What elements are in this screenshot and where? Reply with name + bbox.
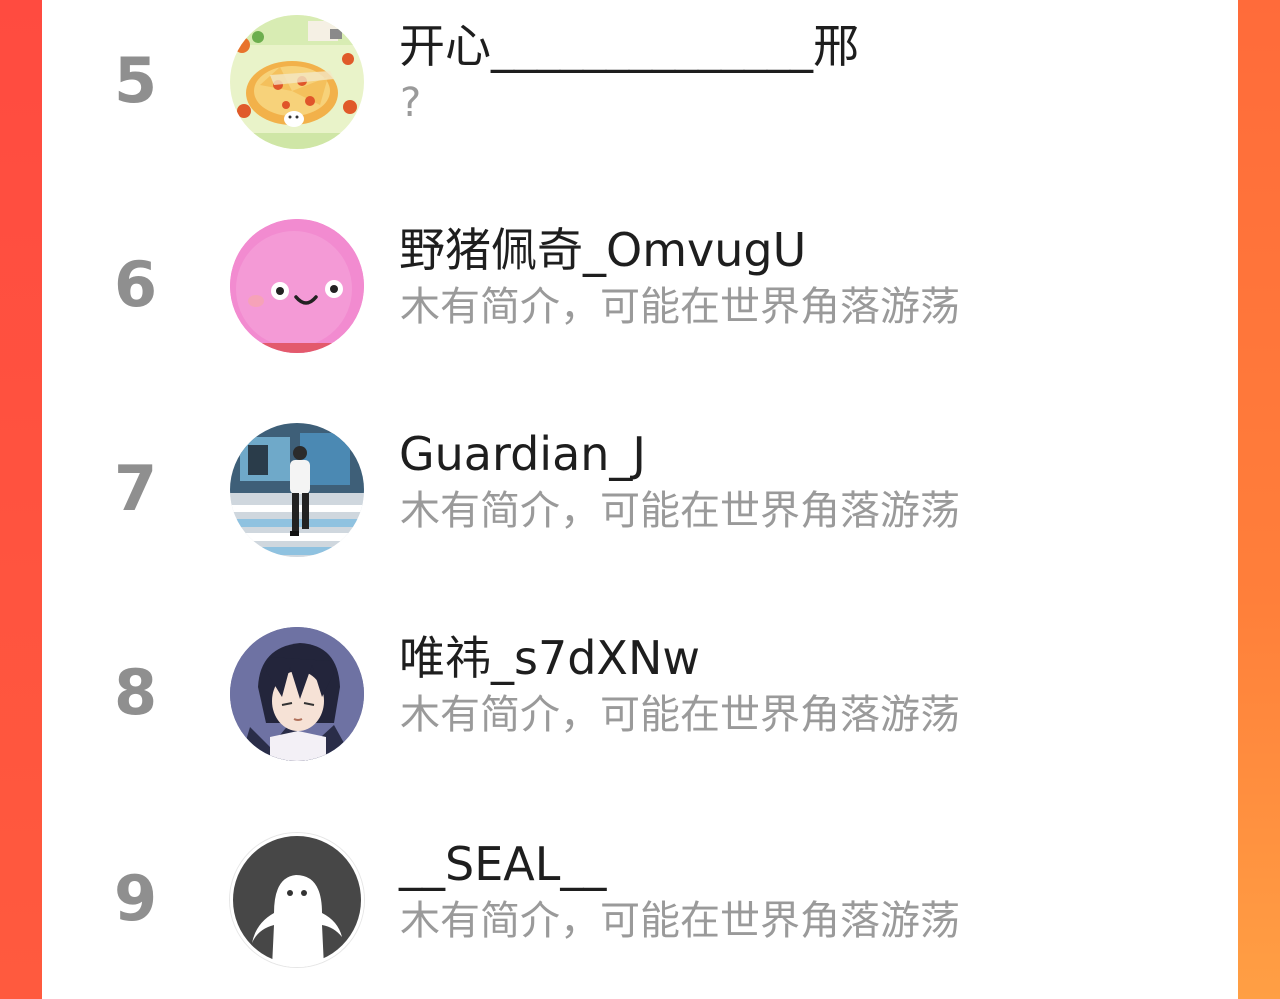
user-name[interactable]: __SEAL__ bbox=[399, 834, 606, 894]
user-bio: 木有简介，可能在世界角落游荡 bbox=[400, 488, 960, 534]
right-background-strip bbox=[1238, 0, 1280, 999]
pizza-illustration-avatar-icon[interactable] bbox=[230, 15, 364, 149]
rank-number: 9 bbox=[114, 862, 158, 935]
ranking-row[interactable]: 5 开心______________邢 ? bbox=[42, 0, 1238, 202]
rank-number: 7 bbox=[114, 452, 158, 525]
user-bio: 木有简介，可能在世界角落游荡 bbox=[400, 898, 960, 944]
ranking-row[interactable]: 7 Guardian_J 木有简介，可能在世界角落游荡 bbox=[42, 406, 1238, 610]
pink-smiley-avatar-icon[interactable] bbox=[230, 219, 364, 353]
rank-number: 6 bbox=[114, 248, 158, 321]
user-bio: 木有简介，可能在世界角落游荡 bbox=[400, 284, 960, 330]
user-name[interactable]: 野猪佩奇_OmvugU bbox=[399, 220, 806, 280]
ranking-row[interactable]: 6 野猪佩奇_OmvugU 木有简介，可能在世界角落游荡 bbox=[42, 202, 1238, 406]
crosswalk-photo-avatar-icon[interactable] bbox=[230, 423, 364, 557]
user-bio: ? bbox=[400, 80, 422, 126]
user-name[interactable]: 唯祎_s7dXNw bbox=[399, 628, 700, 688]
ranking-row[interactable]: 9 __SEAL__ 木有简介，可能在世界角落游荡 bbox=[42, 816, 1238, 999]
ranking-row[interactable]: 8 唯祎_s7dXNw 木有简介，可能在世界角落游荡 bbox=[42, 610, 1238, 814]
left-background-strip bbox=[0, 0, 42, 999]
anime-boy-avatar-icon[interactable] bbox=[230, 627, 364, 761]
user-name[interactable]: Guardian_J bbox=[399, 424, 646, 484]
default-ghost-avatar-icon[interactable] bbox=[230, 833, 364, 967]
user-bio: 木有简介，可能在世界角落游荡 bbox=[400, 692, 960, 738]
rank-number: 8 bbox=[114, 656, 158, 729]
user-name[interactable]: 开心______________邢 bbox=[399, 16, 859, 76]
rank-number: 5 bbox=[114, 44, 158, 117]
ranking-list-panel: 5 开心______________邢 ? 6 野猪佩奇_OmvugU 木有简介… bbox=[42, 0, 1238, 999]
